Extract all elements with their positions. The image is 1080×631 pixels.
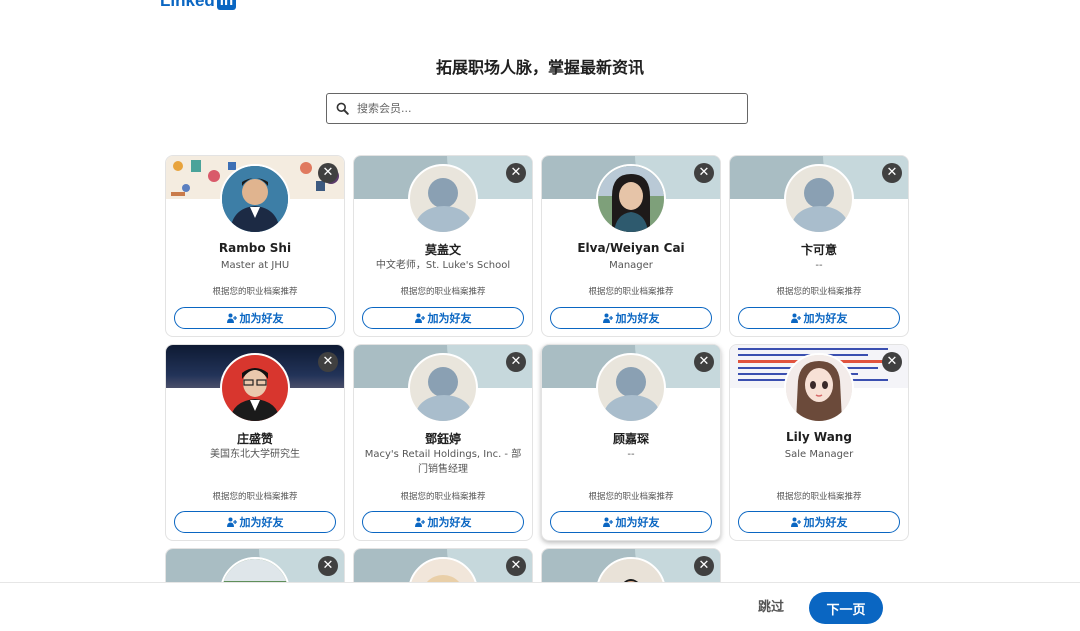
member-headline: --	[627, 449, 635, 460]
linkedin-logo: Linked in	[160, 0, 237, 11]
default-avatar	[408, 353, 478, 423]
dismiss-button[interactable]: ✕	[318, 163, 338, 183]
logo-badge: in	[216, 0, 237, 10]
add-connection-button[interactable]: 加为好友	[362, 307, 524, 329]
member-name[interactable]: 顾嘉琛	[542, 430, 720, 447]
avatar	[596, 164, 666, 234]
add-connection-label: 加为好友	[803, 516, 848, 529]
page-title: 拓展职场人脉，掌握最新资讯	[435, 58, 644, 77]
recommendation-reason: 根据您的职业档案推荐	[588, 492, 674, 502]
add-person-icon	[414, 313, 425, 323]
member-name[interactable]: 卞可意	[730, 241, 908, 258]
dismiss-button[interactable]: ✕	[506, 556, 526, 576]
avatar	[220, 164, 290, 234]
member-name[interactable]: Lily Wang	[730, 430, 908, 444]
add-person-icon	[602, 517, 613, 527]
add-connection-label: 加为好友	[427, 516, 472, 529]
dismiss-button[interactable]: ✕	[694, 556, 714, 576]
member-name[interactable]: 莫盖文	[354, 241, 532, 258]
add-connection-button[interactable]: 加为好友	[738, 307, 900, 329]
add-connection-button[interactable]: 加为好友	[550, 307, 712, 329]
recommendation-reason: 根据您的职业档案推荐	[776, 287, 862, 297]
dismiss-button[interactable]: ✕	[882, 352, 902, 372]
member-name[interactable]: 庄盛赞	[166, 430, 344, 447]
member-headline: Macy's Retail Holdings, Inc. - 部门销售经理	[364, 449, 522, 475]
add-person-icon	[790, 517, 801, 527]
member-headline: 中文老师，St. Luke's School	[375, 260, 511, 271]
skip-button[interactable]: 跳过	[752, 595, 790, 616]
add-connection-button[interactable]: 加为好友	[550, 511, 712, 533]
default-avatar	[784, 164, 854, 234]
suggestion-card[interactable]: ✕ 鄧鈺婷 Macy's Retail Holdings, Inc. - 部门销…	[353, 344, 533, 541]
recommendation-reason: 根据您的职业档案推荐	[212, 492, 298, 502]
dismiss-button[interactable]: ✕	[318, 352, 338, 372]
add-connection-label: 加为好友	[239, 516, 284, 529]
dismiss-button[interactable]: ✕	[694, 163, 714, 183]
add-person-icon	[790, 313, 801, 323]
suggestion-card[interactable]: ✕ 顾嘉琛 -- 根据您的职业档案推荐 加为好友	[541, 344, 721, 541]
suggestion-card[interactable]: ✕ Lily Wang Sale Manager 根据您的职业档案推荐 加为好友	[729, 344, 909, 541]
member-name[interactable]: Elva/Weiyan Cai	[542, 241, 720, 255]
suggestion-card[interactable]: ✕ Rambo Shi Master at JHU 根据您的职业档案推荐 加为好…	[165, 155, 345, 337]
search-box[interactable]	[326, 93, 748, 124]
add-connection-label: 加为好友	[615, 516, 660, 529]
member-name[interactable]: 鄧鈺婷	[354, 430, 532, 447]
search-input[interactable]	[355, 101, 739, 116]
member-headline: --	[815, 260, 823, 271]
member-headline: Sale Manager	[784, 449, 854, 460]
member-name[interactable]: Rambo Shi	[166, 241, 344, 255]
dismiss-button[interactable]: ✕	[694, 352, 714, 372]
recommendation-reason: 根据您的职业档案推荐	[588, 287, 674, 297]
recommendation-reason: 根据您的职业档案推荐	[776, 492, 862, 502]
avatar	[220, 353, 290, 423]
suggestion-card[interactable]: ✕ 卞可意 -- 根据您的职业档案推荐 加为好友	[729, 155, 909, 337]
add-connection-label: 加为好友	[239, 312, 284, 325]
dismiss-button[interactable]: ✕	[882, 163, 902, 183]
dismiss-button[interactable]: ✕	[318, 556, 338, 576]
suggestion-card[interactable]: ✕ Elva/Weiyan Cai Manager 根据您的职业档案推荐 加为好…	[541, 155, 721, 337]
recommendation-reason: 根据您的职业档案推荐	[400, 287, 486, 297]
member-headline: 美国东北大学研究生	[210, 449, 300, 460]
add-connection-button[interactable]: 加为好友	[174, 511, 336, 533]
suggestion-card[interactable]: ✕ 莫盖文 中文老师，St. Luke's School 根据您的职业档案推荐 …	[353, 155, 533, 337]
member-headline: Master at JHU	[220, 260, 290, 271]
logo-wordmark: Linked	[160, 0, 215, 10]
recommendation-reason: 根据您的职业档案推荐	[400, 492, 486, 502]
add-connection-label: 加为好友	[615, 312, 660, 325]
dismiss-button[interactable]: ✕	[506, 163, 526, 183]
add-connection-button[interactable]: 加为好友	[174, 307, 336, 329]
add-person-icon	[226, 517, 237, 527]
search-icon	[336, 102, 349, 115]
add-connection-label: 加为好友	[427, 312, 472, 325]
default-avatar	[408, 164, 478, 234]
add-person-icon	[414, 517, 425, 527]
add-connection-label: 加为好友	[803, 312, 848, 325]
default-avatar	[596, 353, 666, 423]
recommendation-reason: 根据您的职业档案推荐	[212, 287, 298, 297]
add-connection-button[interactable]: 加为好友	[362, 511, 524, 533]
suggestion-card[interactable]: ✕ 庄盛赞 美国东北大学研究生 根据您的职业档案推荐 加为好友	[165, 344, 345, 541]
avatar	[784, 353, 854, 423]
dismiss-button[interactable]: ✕	[506, 352, 526, 372]
footer-bar: 跳过 下一页	[0, 582, 1080, 631]
member-headline: Manager	[609, 260, 653, 271]
add-connection-button[interactable]: 加为好友	[738, 511, 900, 533]
add-person-icon	[226, 313, 237, 323]
add-person-icon	[602, 313, 613, 323]
next-page-button[interactable]: 下一页	[809, 592, 883, 624]
